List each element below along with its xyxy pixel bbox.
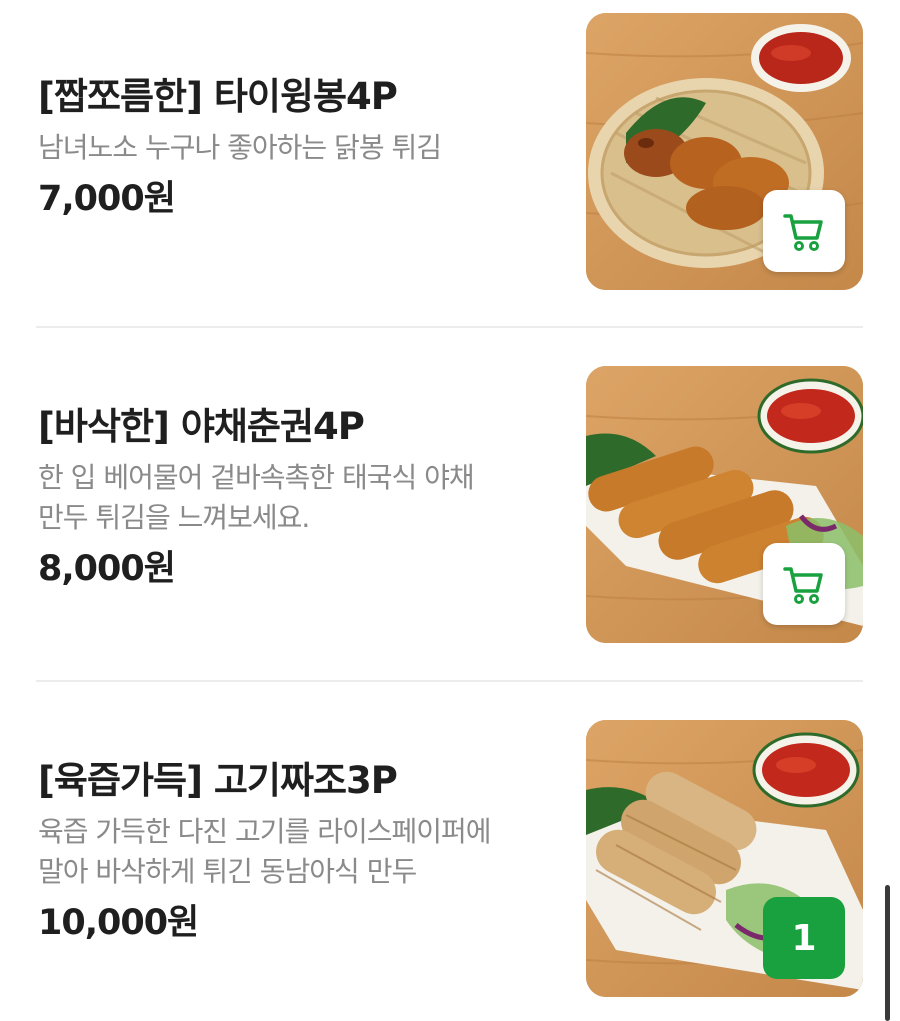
menu-item-price: 8,000원 xyxy=(38,549,176,589)
shopping-cart-icon xyxy=(783,567,823,604)
add-to-cart-button[interactable] xyxy=(763,543,845,625)
menu-item-description-line: 육즙 가득한 다진 고기를 라이스페이퍼에 xyxy=(38,815,492,848)
menu-item-name: [육즙가득] 고기짜조3P xyxy=(38,759,398,802)
menu-item-description: 육즙 가득한 다진 고기를 라이스페이퍼에 말아 바삭하게 튀긴 동남아식 만두 xyxy=(38,812,558,892)
menu-item-description: 남녀노소 누구나 좋아하는 닭봉 튀김 xyxy=(38,128,558,168)
menu-item-text: [육즙가득] 고기짜조3P 육즙 가득한 다진 고기를 라이스페이퍼에 말아 바… xyxy=(38,758,558,946)
menu-item-description-line: 말아 바삭하게 튀긴 동남아식 만두 xyxy=(38,855,417,888)
menu-item-wings[interactable]: [짭쪼름한] 타이윙봉4P 남녀노소 누구나 좋아하는 닭봉 튀김 7,000원 xyxy=(0,12,900,292)
menu-item-price: 10,000원 xyxy=(38,903,199,943)
menu-item-name: [바삭한] 야채춘권4P xyxy=(38,405,365,448)
menu-item-cha-gio[interactable]: [육즙가득] 고기짜조3P 육즙 가득한 다진 고기를 라이스페이퍼에 말아 바… xyxy=(0,720,900,1000)
menu-item-description-line: 만두 튀김을 느껴보세요. xyxy=(38,501,310,534)
fried-chicken-wings-photo[interactable] xyxy=(586,13,863,290)
menu-item-description-line: 남녀노소 누구나 좋아하는 닭봉 튀김 xyxy=(38,131,442,164)
menu-item-name: [짭쪼름한] 타이윙봉4P xyxy=(38,75,398,118)
menu-item-description-line: 한 입 베어물어 겉바속촉한 태국식 야채 xyxy=(38,461,475,494)
shopping-cart-icon xyxy=(783,214,823,251)
cart-quantity-badge[interactable]: 1 xyxy=(763,897,845,979)
menu-item-price: 7,000원 xyxy=(38,179,176,219)
menu-item-description: 한 입 베어물어 겉바속촉한 태국식 야채 만두 튀김을 느껴보세요. xyxy=(38,458,558,538)
menu-item-spring-rolls[interactable]: [바삭한] 야채춘권4P 한 입 베어물어 겉바속촉한 태국식 야채 만두 튀김… xyxy=(0,366,900,646)
scrollbar[interactable] xyxy=(885,885,890,1021)
menu-list: [짭쪼름한] 타이윙봉4P 남녀노소 누구나 좋아하는 닭봉 튀김 7,000원 xyxy=(0,0,900,1021)
item-divider xyxy=(36,326,863,328)
vegetable-spring-rolls-photo[interactable] xyxy=(586,366,863,643)
add-to-cart-button[interactable] xyxy=(763,190,845,272)
meat-cha-gio-photo[interactable]: 1 xyxy=(586,720,863,997)
menu-item-text: [짭쪼름한] 타이윙봉4P 남녀노소 누구나 좋아하는 닭봉 튀김 7,000원 xyxy=(38,74,558,222)
item-divider xyxy=(36,680,863,682)
menu-item-text: [바삭한] 야채춘권4P 한 입 베어물어 겉바속촉한 태국식 야채 만두 튀김… xyxy=(38,404,558,592)
